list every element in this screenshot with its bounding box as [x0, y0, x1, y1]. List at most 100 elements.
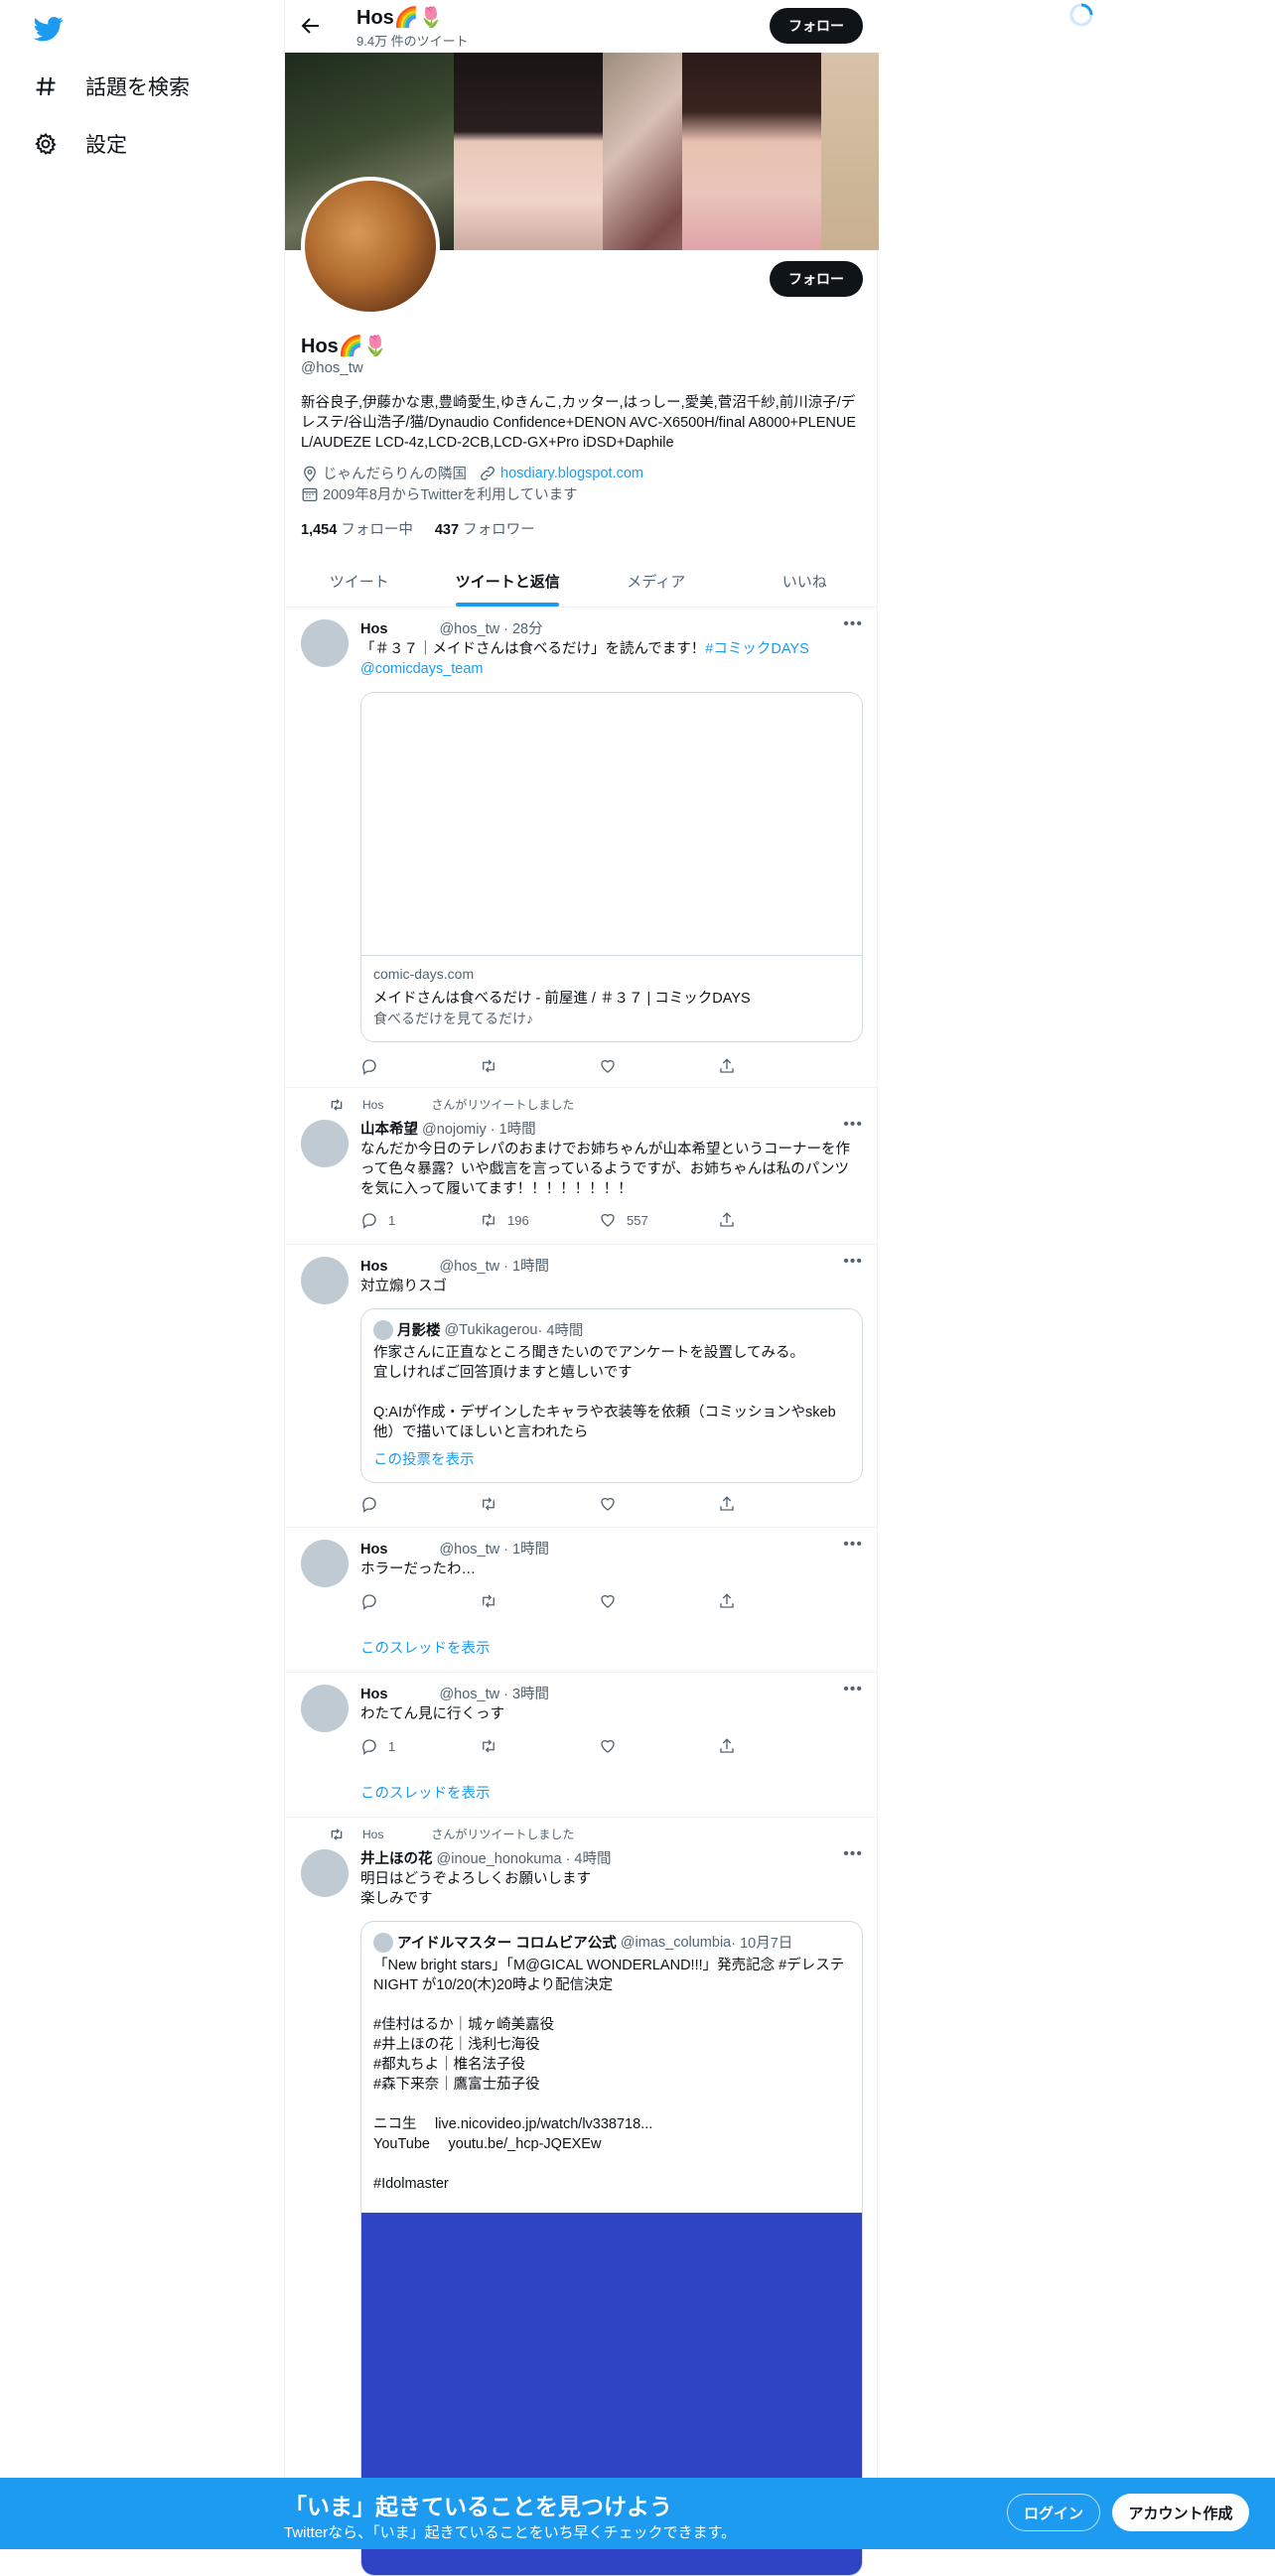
tweet-time[interactable]: · 1時間 — [503, 1542, 549, 1558]
share-button[interactable] — [718, 1211, 778, 1229]
twitter-logo-icon[interactable] — [32, 14, 66, 44]
retweet-button[interactable] — [480, 1737, 539, 1755]
like-button[interactable] — [599, 1737, 658, 1755]
tweet-author-name[interactable]: Hos — [360, 1542, 387, 1558]
tab-media[interactable]: メディア — [582, 556, 731, 607]
retweet-button[interactable] — [480, 1592, 539, 1610]
more-options-icon[interactable]: ••• — [843, 1116, 863, 1134]
reply-button[interactable]: 1 — [360, 1737, 420, 1755]
nav-explore[interactable]: 話題を検索 — [32, 67, 190, 106]
tweet-time[interactable]: · 4時間 — [566, 1851, 612, 1867]
share-button[interactable] — [718, 1495, 778, 1513]
like-button[interactable] — [599, 1495, 658, 1513]
tweet-author-name[interactable]: 井上ほの花 — [360, 1851, 433, 1867]
following-link[interactable]: 1,454 フォロー中 — [301, 522, 413, 538]
tweet-author-handle[interactable]: @inoue_honokuma — [437, 1851, 562, 1867]
header-follow-button[interactable]: フォロー — [770, 8, 863, 44]
tab-tweets-and-replies[interactable]: ツイートと返信 — [434, 556, 583, 607]
tweet[interactable]: Hos @hos_tw · 1時間 ••• ホラーだったわ… このスレッドを表示 — [285, 1528, 879, 1673]
avatar[interactable] — [301, 1120, 349, 1167]
tweet-time[interactable]: · 3時間 — [503, 1687, 549, 1702]
reply-icon — [362, 1059, 376, 1075]
like-button[interactable] — [599, 1057, 658, 1075]
profile-joined-date: 2009年8月からTwitterを利用しています — [323, 487, 578, 503]
tweet-author-handle[interactable]: @hos_tw — [439, 1542, 499, 1558]
avatar[interactable] — [301, 1685, 349, 1732]
tweet-header: 井上ほの花 @inoue_honokuma · 4時間 — [360, 1847, 611, 1868]
tweet-author-handle[interactable]: @hos_tw — [439, 621, 499, 637]
tweet-author-handle[interactable]: @hos_tw — [439, 1259, 499, 1275]
tweet-author-name[interactable]: Hos — [360, 621, 387, 637]
profile-tabs: ツイート ツイートと返信 メディア いいね — [285, 556, 879, 608]
retweet-button[interactable] — [480, 1495, 539, 1513]
tweet[interactable]: Hos @hos_tw · 28分 ••• 「＃３７｜メイドさんは食べるだけ」を… — [285, 608, 879, 1088]
more-options-icon[interactable]: ••• — [843, 1845, 863, 1863]
tweet[interactable]: Hos さんがリツイートしました 井上ほの花 @inoue_honokuma ·… — [285, 1818, 879, 2576]
avatar[interactable] — [301, 1540, 349, 1587]
link-card[interactable]: comic-days.com メイドさんは食べるだけ - 前屋進 / ＃３７ |… — [360, 692, 863, 1042]
like-button[interactable]: 557 — [599, 1211, 658, 1229]
hashtag-link[interactable]: #コミックDAYS — [705, 641, 808, 657]
quoted-tweet[interactable]: 月影楼 @Tukikagerou · 4時間 作家さんに正直なところ聞きたいので… — [360, 1308, 863, 1483]
retweet-button[interactable]: 196 — [480, 1211, 539, 1229]
gear-icon — [32, 130, 60, 158]
reply-button[interactable] — [360, 1057, 420, 1075]
avatar[interactable] — [301, 619, 349, 667]
retweet-icon — [483, 1594, 495, 1608]
share-icon — [720, 1212, 734, 1227]
nav-settings[interactable]: 設定 — [32, 124, 127, 164]
tweet-time[interactable]: · 1時間 — [503, 1259, 549, 1275]
profile-avatar[interactable] — [301, 177, 440, 316]
more-options-icon[interactable]: ••• — [843, 1253, 863, 1271]
quoted-author-handle: @Tukikagerou — [444, 1321, 538, 1338]
more-options-icon[interactable]: ••• — [843, 1536, 863, 1554]
profile-follow-button[interactable]: フォロー — [770, 261, 863, 297]
more-options-icon[interactable]: ••• — [843, 1681, 863, 1698]
followers-link[interactable]: 437 フォロワー — [435, 522, 535, 538]
back-arrow-icon[interactable] — [299, 14, 323, 38]
share-button[interactable] — [718, 1057, 778, 1075]
hashtag-icon — [32, 72, 60, 100]
tweet-author-name[interactable]: Hos — [360, 1259, 387, 1275]
share-button[interactable] — [718, 1737, 778, 1755]
profile-website-link[interactable]: hosdiary.blogspot.com — [500, 466, 643, 481]
avatar[interactable] — [301, 1849, 349, 1897]
tweet-author-name[interactable]: Hos — [360, 1687, 387, 1702]
tweet[interactable]: Hos さんがリツイートしました 山本希望 @nojomiy · 1時間 •••… — [285, 1088, 879, 1245]
link-card-title: メイドさんは食べるだけ - 前屋進 / ＃３７ | コミックDAYS — [373, 991, 751, 1007]
reply-button[interactable] — [360, 1495, 420, 1513]
tweet[interactable]: Hos @hos_tw · 3時間 ••• わたてん見に行くっす 1 このスレッ… — [285, 1673, 879, 1818]
tweet-author-handle[interactable]: @nojomiy — [422, 1122, 487, 1138]
tweet-time[interactable]: · 1時間 — [491, 1122, 536, 1138]
retweeter-name[interactable]: Hos — [362, 1828, 383, 1841]
profile-handle: @hos_tw — [301, 359, 363, 376]
retweet-count: 196 — [507, 1212, 529, 1228]
retweeter-name[interactable]: Hos — [362, 1098, 383, 1112]
tweet[interactable]: Hos @hos_tw · 1時間 ••• 対立煽りスゴ 月影楼 @Tukika… — [285, 1245, 879, 1528]
tab-likes[interactable]: いいね — [731, 556, 880, 607]
share-button[interactable] — [718, 1592, 778, 1610]
tweet-author-name[interactable]: 山本希望 — [360, 1122, 418, 1138]
quoted-author-name: 月影楼 — [397, 1323, 441, 1339]
profile-bio: 新谷良子,伊藤かな恵,豊崎愛生,ゆきんこ,カッター,はっしー,愛美,菅沼千紗,前… — [301, 395, 857, 451]
link-card-image — [361, 693, 862, 956]
tweet-actions: 1 196 557 — [360, 1209, 778, 1231]
mention-link[interactable]: @comicdays_team — [360, 661, 484, 677]
retweet-indicator: Hos さんがリツイートしました — [329, 1096, 574, 1113]
tweet-time[interactable]: · 28分 — [503, 621, 543, 637]
more-options-icon[interactable]: ••• — [843, 615, 863, 633]
reply-button[interactable]: 1 — [360, 1211, 420, 1229]
like-button[interactable] — [599, 1592, 658, 1610]
login-button[interactable]: ログイン — [1007, 2494, 1100, 2531]
signup-button[interactable]: アカウント作成 — [1112, 2494, 1249, 2531]
show-thread-link[interactable]: このスレッドを表示 — [360, 1637, 491, 1658]
show-thread-link[interactable]: このスレッドを表示 — [360, 1782, 491, 1803]
tab-tweets[interactable]: ツイート — [285, 556, 434, 607]
avatar[interactable] — [301, 1257, 349, 1304]
reply-icon — [362, 1739, 376, 1755]
show-poll-link[interactable]: この投票を表示 — [373, 1448, 475, 1469]
retweet-button[interactable] — [480, 1057, 539, 1075]
reply-button[interactable] — [360, 1592, 420, 1610]
tweet-author-handle[interactable]: @hos_tw — [439, 1687, 499, 1702]
tweet-text: 「＃３７｜メイドさんは食べるだけ」を読んでます！#コミックDAYS @comic… — [360, 641, 809, 677]
